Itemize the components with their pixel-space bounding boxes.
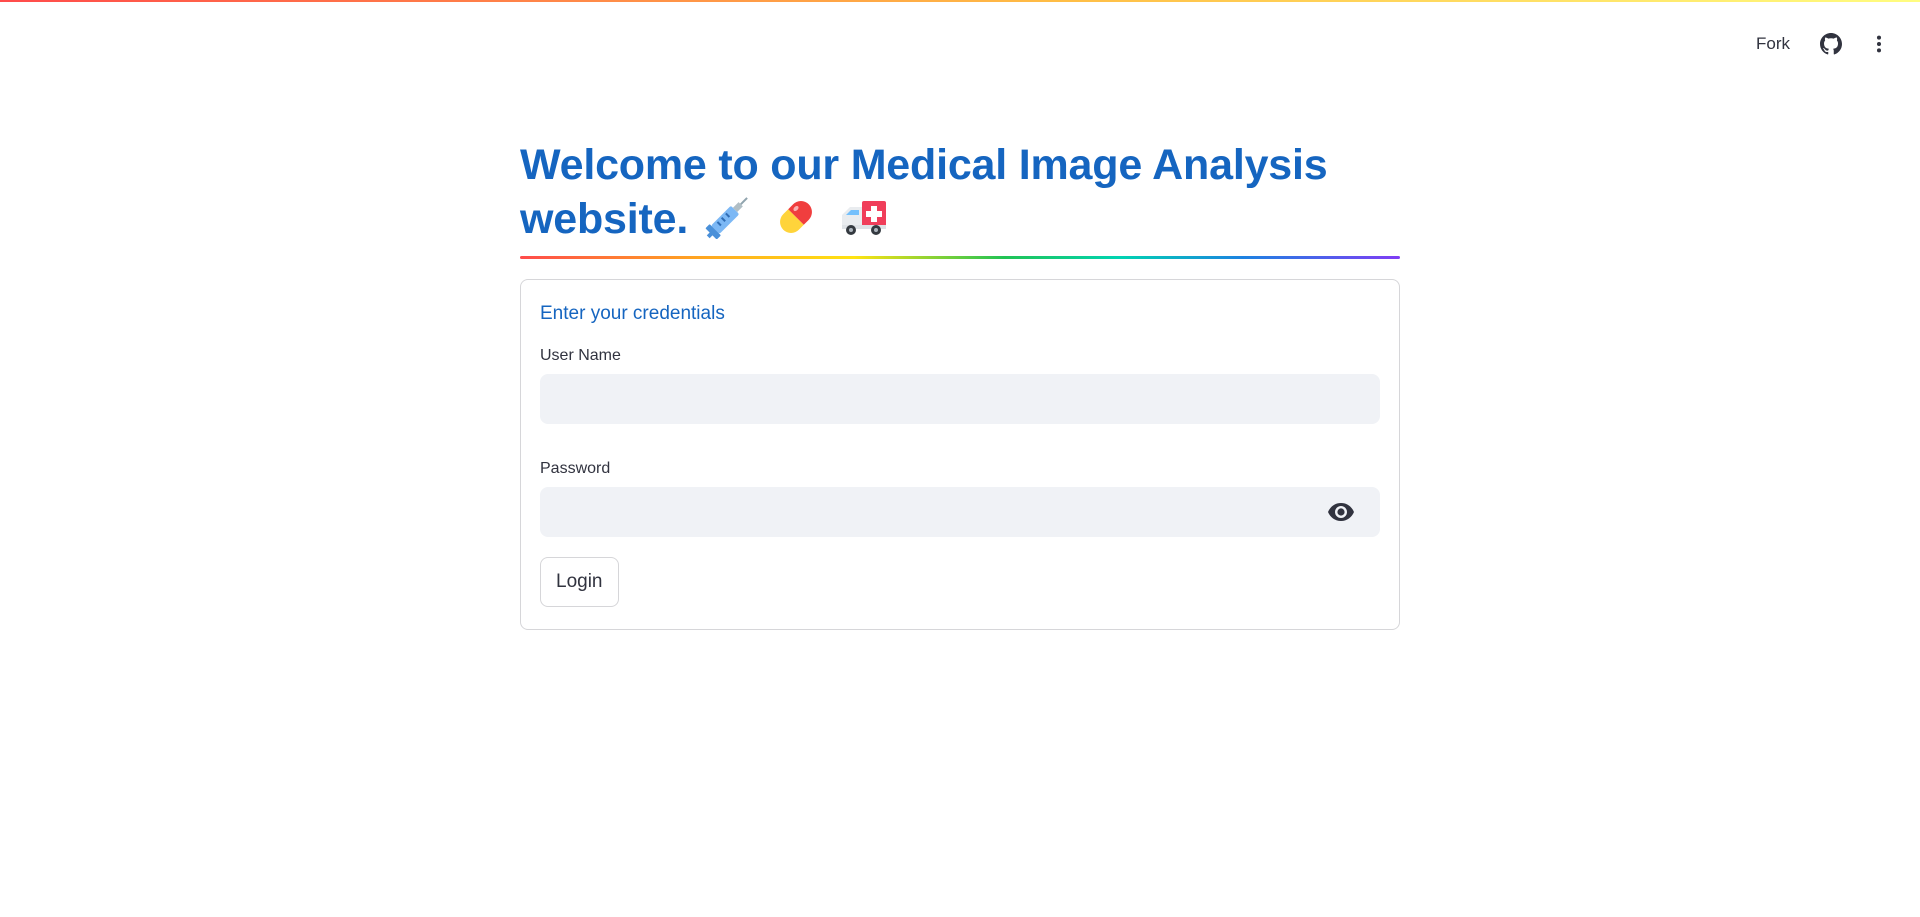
more-vert-icon [1876,35,1882,53]
fork-button[interactable]: Fork [1746,28,1800,60]
username-field-wrapper [540,374,1380,424]
syringe-icon [700,193,756,240]
app-toolbar: Fork [1746,24,1896,64]
password-label: Password [540,460,611,477]
username-input[interactable] [540,374,1380,424]
username-label: User Name [540,347,621,364]
title-divider [520,256,1400,259]
top-decoration-stripe [0,0,1920,2]
password-input[interactable] [540,487,1380,537]
form-heading: Enter your credentials [540,303,725,324]
show-password-toggle[interactable] [1328,500,1354,524]
pill-icon [768,193,824,239]
github-button[interactable] [1814,27,1848,61]
ambulance-icon [836,193,892,239]
login-button[interactable]: Login [540,557,619,607]
github-icon [1820,33,1842,55]
page-title-text: Welcome to our Medical Image Analysis we… [520,141,1328,243]
login-form: Enter your credentials User Name Passwor… [520,279,1400,630]
page-title: Welcome to our Medical Image Analysis we… [520,138,1400,246]
eye-icon [1328,503,1354,521]
main-menu-button[interactable] [1862,27,1896,61]
main-content: Welcome to our Medical Image Analysis we… [520,138,1400,630]
password-field-wrapper [540,487,1380,537]
